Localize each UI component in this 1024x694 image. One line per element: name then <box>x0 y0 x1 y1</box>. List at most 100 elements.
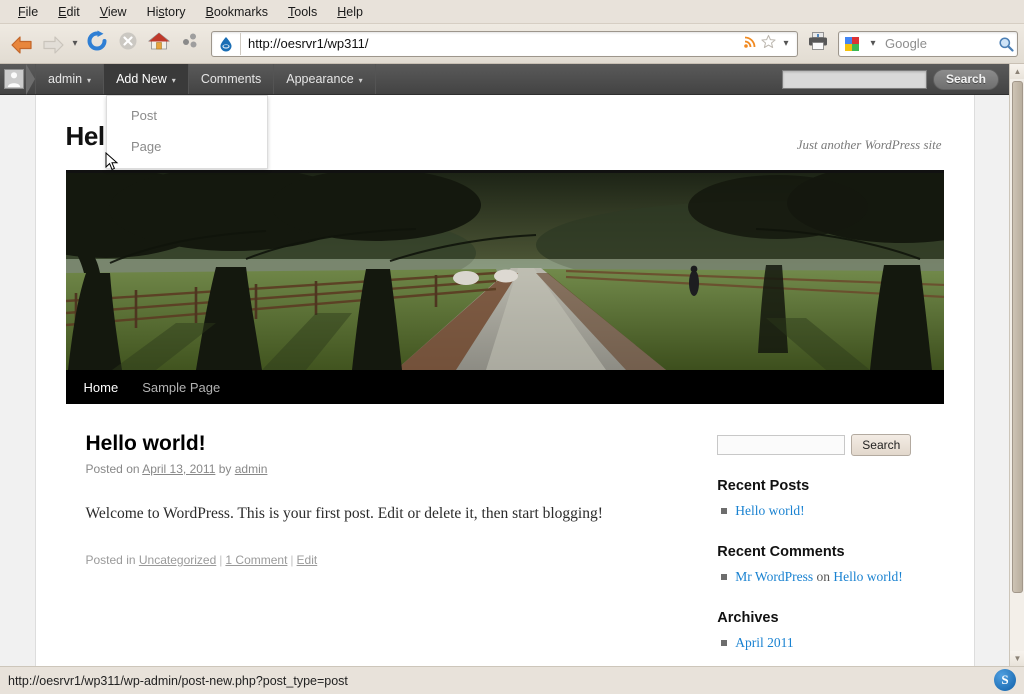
admin-bar-search-input[interactable] <box>781 69 927 89</box>
menu-edit[interactable]: Edit <box>48 3 90 21</box>
sidebar-search-button[interactable]: Search <box>851 434 912 456</box>
menu-view[interactable]: View <box>90 3 137 21</box>
search-engine-chevron-icon[interactable]: ▾ <box>866 38 880 49</box>
home-button[interactable] <box>144 29 174 59</box>
sidebar: Search Recent Posts Hello world! Recent … <box>717 432 943 666</box>
status-bar: http://oesrvr1/wp311/wp-admin/post-new.p… <box>0 666 1024 694</box>
chevron-down-icon: ▾ <box>87 75 92 85</box>
add-new-dropdown-menu: Post Page <box>106 95 268 169</box>
admin-bar-item-comments[interactable]: Comments <box>189 64 275 94</box>
status-bar-url: http://oesrvr1/wp311/wp-admin/post-new.p… <box>8 673 348 688</box>
post-author-link[interactable]: admin <box>235 462 268 476</box>
post-comments-link[interactable]: 1 Comment <box>225 553 287 567</box>
navigation-toolbar: ▾ http://oesrvr1/wp311/ ▾ ▾ Google <box>0 24 1024 64</box>
nav-item-sample-page[interactable]: Sample Page <box>142 380 220 395</box>
dropdown-item-page[interactable]: Page <box>107 131 267 162</box>
address-dropdown-icon[interactable]: ▾ <box>779 38 793 49</box>
nav-item-home[interactable]: Home <box>84 380 119 395</box>
admin-bar-item-add-new[interactable]: Add New ▾ <box>104 64 189 94</box>
admin-bar-item-label: admin <box>48 72 83 86</box>
widget-title: Recent Posts <box>717 478 810 494</box>
admin-bar-item-label: Comments <box>200 72 262 86</box>
menu-bar: File Edit View History Bookmarks Tools H… <box>0 0 1024 24</box>
magnifier-icon[interactable] <box>995 36 1017 52</box>
site-navigation: Home Sample Page <box>65 370 944 404</box>
menu-tools[interactable]: Tools <box>278 3 327 21</box>
recent-comments-list: Mr WordPress on Hello world! <box>717 567 943 588</box>
post-category-link[interactable]: Uncategorized <box>139 553 216 567</box>
printer-icon <box>807 31 829 56</box>
chevron-down-icon: ▾ <box>358 75 363 85</box>
address-bar-icons: ▾ <box>743 34 797 54</box>
widget-recent-comments: Recent Comments Mr WordPress on Hello wo… <box>717 544 943 588</box>
comment-author-link[interactable]: Mr WordPress <box>735 569 813 584</box>
header-image <box>65 173 944 370</box>
admin-bar-avatar[interactable] <box>0 64 35 95</box>
admin-bar-search: Search <box>781 64 1009 94</box>
menu-file[interactable]: File <box>8 3 48 21</box>
droplet-favicon <box>215 33 237 55</box>
admin-bar-spacer <box>376 64 782 94</box>
scrollbar-thumb[interactable] <box>1012 81 1023 593</box>
list-item: April 2011 <box>717 633 943 654</box>
bookmark-star-icon[interactable] <box>761 34 776 54</box>
dropdown-item-post[interactable]: Post <box>107 100 267 131</box>
address-bar-text[interactable]: http://oesrvr1/wp311/ <box>240 32 743 55</box>
share-button[interactable] <box>175 29 205 59</box>
site-description: Just another WordPress site <box>796 137 942 152</box>
admin-bar-search-button[interactable]: Search <box>932 68 999 90</box>
scroll-up-button[interactable]: ▲ <box>1010 64 1024 79</box>
admin-bar-item-label: Appearance <box>286 72 354 86</box>
footer-separator: | <box>290 552 294 567</box>
post-title[interactable]: Hello world! <box>86 432 696 456</box>
rss-feed-icon[interactable] <box>743 34 758 54</box>
comment-post-link[interactable]: Hello world! <box>833 569 902 584</box>
history-dropdown-button[interactable]: ▾ <box>68 38 82 49</box>
sidebar-search: Search <box>717 434 943 456</box>
post-body: Welcome to WordPress. This is your first… <box>85 505 603 522</box>
reload-icon <box>86 30 108 57</box>
post-footer-prefix: Posted in <box>85 552 139 567</box>
avatar-arrow-icon <box>26 64 35 95</box>
print-button[interactable] <box>803 29 833 59</box>
post-edit-link[interactable]: Edit <box>297 553 318 567</box>
post-meta: Posted on April 13, 2011 by admin <box>86 462 696 476</box>
back-button[interactable] <box>6 29 36 59</box>
back-arrow-icon <box>10 35 32 54</box>
forward-button <box>37 29 67 59</box>
vertical-scrollbar[interactable]: ▲ ▼ <box>1009 64 1024 666</box>
page-viewport: admin ▾ Add New ▾ Comments Appearance ▾ … <box>0 64 1009 666</box>
stop-button <box>113 29 143 59</box>
recent-post-link[interactable]: Hello world! <box>735 503 804 518</box>
post-meta-by: by <box>215 462 235 476</box>
post-meta-prefix: Posted on <box>85 462 143 476</box>
browser-search-bar[interactable]: ▾ Google <box>838 30 1018 57</box>
reload-button[interactable] <box>82 29 112 59</box>
chevron-down-icon: ▾ <box>171 75 176 85</box>
archive-link[interactable]: April 2011 <box>735 635 793 650</box>
menu-help[interactable]: Help <box>327 3 373 21</box>
share-icon <box>181 32 199 55</box>
address-bar[interactable]: http://oesrvr1/wp311/ ▾ <box>211 30 798 57</box>
widget-recent-posts: Recent Posts Hello world! <box>717 478 943 522</box>
list-item: Mr WordPress on Hello world! <box>717 567 943 588</box>
list-item: Hello world! <box>717 501 943 522</box>
scroll-down-button[interactable]: ▼ <box>1010 651 1024 666</box>
menu-history[interactable]: History <box>137 3 196 21</box>
skype-tray-icon[interactable]: S <box>994 669 1016 691</box>
admin-bar-item-appearance[interactable]: Appearance ▾ <box>274 64 376 94</box>
comment-on-text: on <box>813 568 834 584</box>
google-logo-icon[interactable] <box>842 35 864 53</box>
widget-archives: Archives April 2011 <box>717 610 943 654</box>
site-container: Hello World Just another WordPress site <box>34 95 975 666</box>
sidebar-search-input[interactable] <box>717 435 846 455</box>
post-date-link[interactable]: April 13, 2011 <box>142 462 215 476</box>
browser-chrome: File Edit View History Bookmarks Tools H… <box>0 0 1024 64</box>
post-footer: Posted in Uncategorized | 1 Comment | Edit <box>86 553 696 567</box>
menu-bookmarks[interactable]: Bookmarks <box>196 3 279 21</box>
admin-bar-item-label: Add New <box>116 72 167 86</box>
stop-icon <box>118 31 138 56</box>
admin-bar-item-admin[interactable]: admin ▾ <box>35 64 105 94</box>
widget-title: Archives <box>717 609 779 626</box>
search-input[interactable]: Google <box>880 36 995 51</box>
